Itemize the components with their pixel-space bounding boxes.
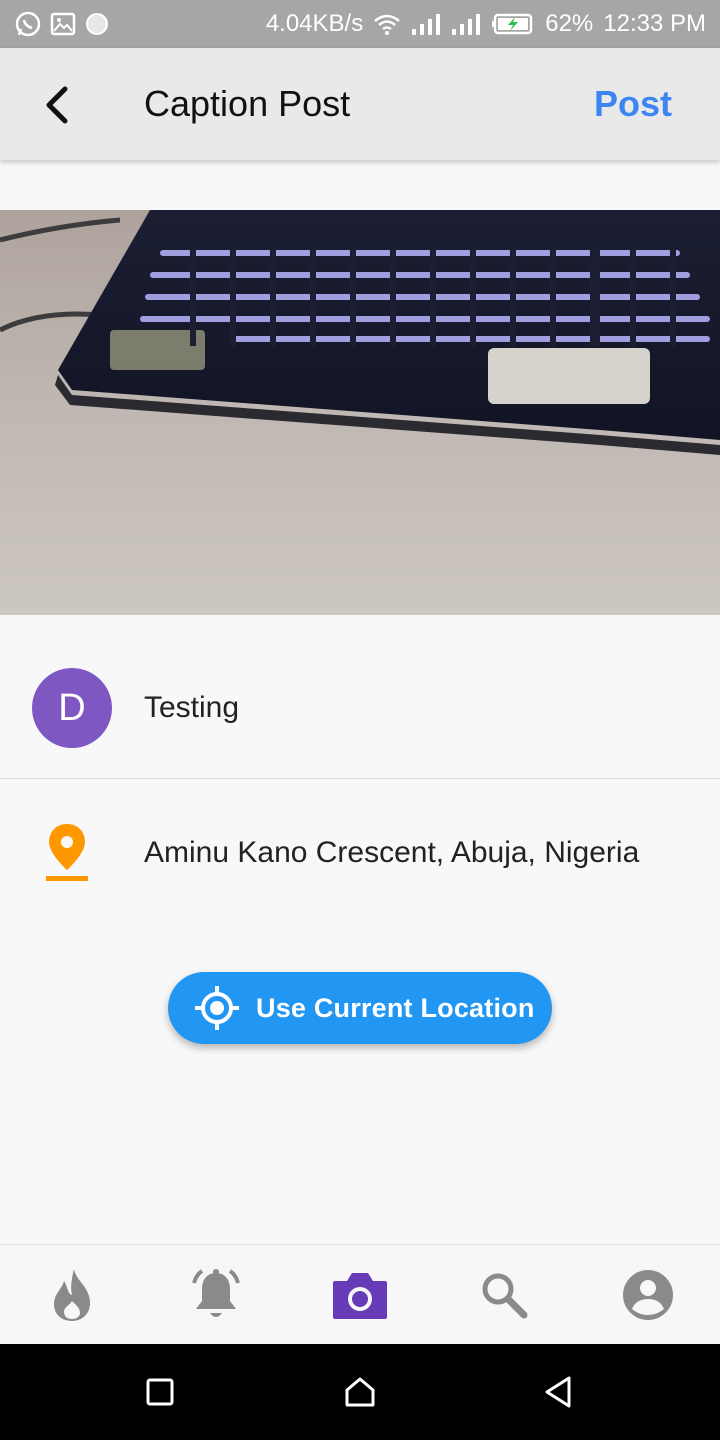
location-text: Aminu Kano Crescent, Abuja, Nigeria bbox=[144, 836, 640, 869]
home-button[interactable] bbox=[332, 1364, 388, 1420]
caption-row: D Testing bbox=[0, 640, 720, 779]
bottom-nav bbox=[0, 1244, 720, 1345]
status-bar: 4.04KB/s 62% 12:33 PM bbox=[0, 0, 720, 48]
back-arrow-icon bbox=[46, 86, 68, 124]
nav-item-notifications[interactable] bbox=[166, 1245, 266, 1345]
sync-icon bbox=[84, 11, 110, 37]
nav-item-search[interactable] bbox=[454, 1245, 554, 1345]
system-back-button[interactable] bbox=[530, 1364, 586, 1420]
location-row[interactable]: Aminu Kano Crescent, Abuja, Nigeria bbox=[0, 780, 720, 925]
back-button[interactable] bbox=[30, 78, 84, 132]
photo-preview bbox=[0, 210, 720, 615]
flame-icon bbox=[54, 1269, 90, 1321]
wifi-icon bbox=[373, 12, 401, 36]
avatar: D bbox=[32, 668, 112, 748]
caption-input[interactable]: Testing bbox=[144, 640, 239, 778]
page-title: Caption Post bbox=[144, 83, 351, 124]
square-icon bbox=[146, 1378, 174, 1406]
system-nav-bar bbox=[0, 1344, 720, 1440]
camera-icon bbox=[333, 1273, 387, 1319]
home-icon bbox=[345, 1377, 375, 1407]
network-speed: 4.04KB/s bbox=[265, 10, 364, 37]
signal-icon bbox=[411, 12, 441, 36]
status-bar-system: 4.04KB/s 62% 12:33 PM bbox=[266, 10, 706, 38]
app-bar: Caption Post Post bbox=[0, 48, 720, 160]
recent-apps-button[interactable] bbox=[132, 1364, 188, 1420]
post-button[interactable]: Post bbox=[594, 48, 672, 160]
status-bar-notifications bbox=[14, 10, 110, 38]
clock: 12:33 PM bbox=[603, 10, 706, 37]
nav-item-trending[interactable] bbox=[22, 1245, 122, 1345]
bell-icon bbox=[192, 1269, 240, 1317]
triangle-back-icon bbox=[545, 1376, 571, 1408]
nav-item-camera[interactable] bbox=[310, 1245, 410, 1345]
battery-charging-icon bbox=[491, 12, 535, 36]
search-icon bbox=[482, 1273, 528, 1319]
use-current-location-label: Use Current Location bbox=[256, 992, 535, 1023]
account-icon bbox=[623, 1270, 673, 1320]
use-current-location-button[interactable]: Use Current Location bbox=[168, 972, 552, 1044]
signal-icon bbox=[451, 12, 481, 36]
location-pin-icon bbox=[46, 824, 88, 881]
gallery-icon bbox=[50, 11, 76, 37]
caption-post-screen: 4.04KB/s 62% 12:33 PM Caption Post Post bbox=[0, 0, 720, 1440]
gps-target-icon bbox=[195, 986, 239, 1030]
whatsapp-icon bbox=[14, 10, 42, 38]
nav-item-profile[interactable] bbox=[598, 1245, 698, 1345]
battery-percent: 62% bbox=[545, 10, 594, 37]
